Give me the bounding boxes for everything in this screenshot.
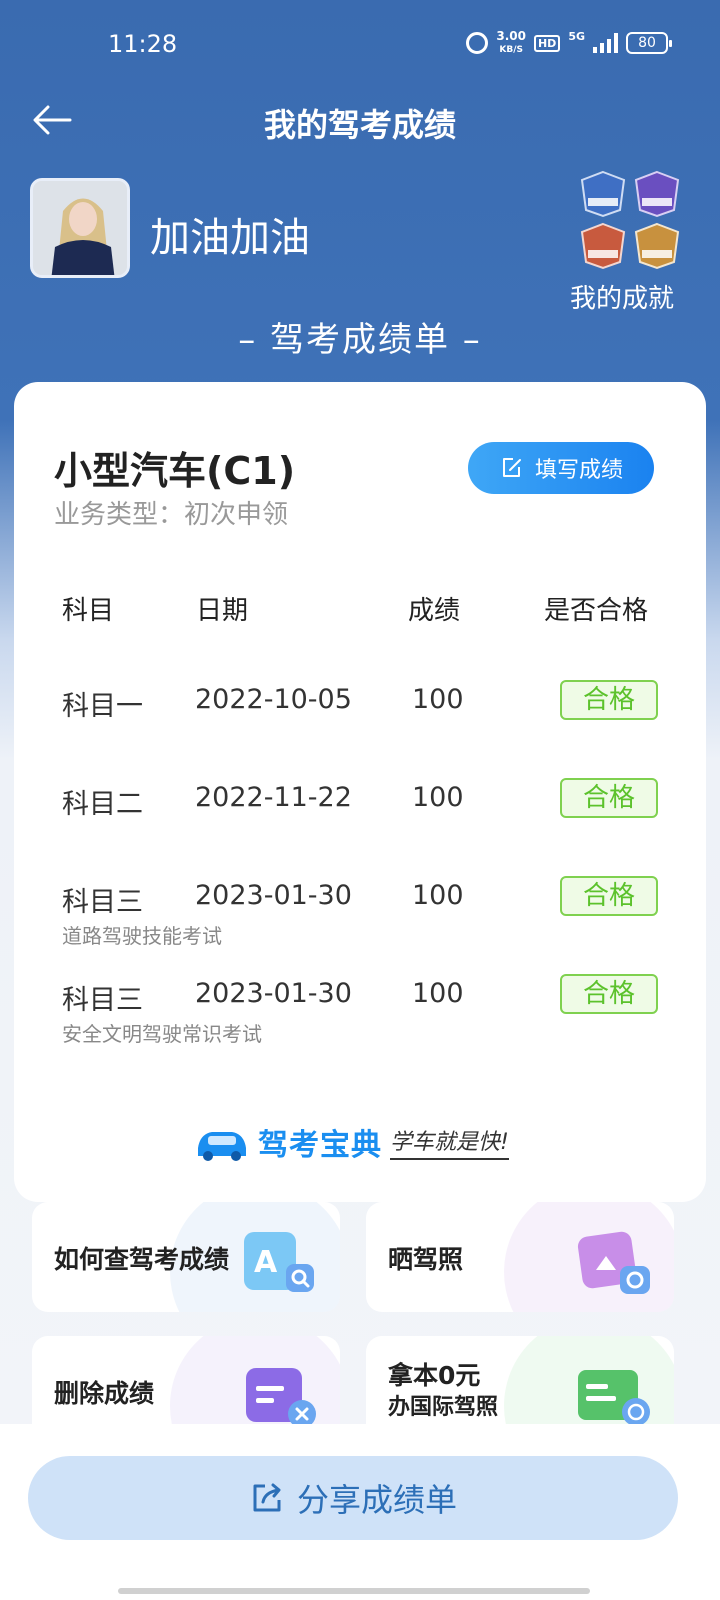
car-logo-icon bbox=[198, 1132, 246, 1161]
avatar[interactable] bbox=[30, 178, 130, 278]
badge-icon bbox=[634, 222, 680, 270]
row-subject: 科目三 bbox=[62, 887, 143, 918]
badge-icon bbox=[580, 222, 626, 270]
battery-icon: 80 bbox=[626, 32, 672, 54]
tile-label-line1: 拿本0元 bbox=[388, 1361, 481, 1390]
header-subject: 科目 bbox=[62, 596, 115, 626]
svg-text:A: A bbox=[254, 1245, 278, 1280]
hd-icon: HD bbox=[533, 34, 561, 52]
net-speed-value: 3.00 bbox=[496, 29, 526, 43]
fill-score-label: 填写成绩 bbox=[534, 458, 623, 483]
pass-badge: 合格 bbox=[560, 778, 658, 818]
network-label: 5G bbox=[568, 30, 585, 43]
status-time: 11:28 bbox=[108, 30, 178, 58]
tile-check-score[interactable]: 如何查驾考成绩 A bbox=[32, 1202, 340, 1312]
header-pass: 是否合格 bbox=[544, 596, 649, 626]
row-date: 2023-01-30 bbox=[195, 880, 352, 911]
badge-icon bbox=[634, 170, 680, 218]
row-subject: 科目一 bbox=[62, 691, 143, 722]
brand-name: 驾考宝典 bbox=[258, 1128, 382, 1163]
share-score-button[interactable]: 分享成绩单 bbox=[28, 1456, 678, 1540]
row-score: 100 bbox=[412, 684, 464, 715]
delete-record-icon bbox=[246, 1368, 316, 1428]
business-type: 业务类型：初次申领 bbox=[54, 500, 289, 530]
user-name: 加油加油 bbox=[150, 215, 310, 261]
status-bar: 11:28 3.00 KB/S HD 5G 80 bbox=[0, 0, 720, 90]
table-row: 科目三 2023-01-30 100 合格 道路驾驶技能考试 bbox=[14, 876, 706, 970]
table-row: 科目二 2022-11-22 100 合格 bbox=[14, 778, 706, 872]
pass-badge: 合格 bbox=[560, 876, 658, 916]
photo-camera-icon bbox=[577, 1231, 650, 1294]
brand-slogan: 学车就是快! bbox=[390, 1124, 509, 1160]
achievement-badges[interactable] bbox=[578, 170, 682, 270]
row-subject: 科目三 bbox=[62, 985, 143, 1016]
row-date: 2022-10-05 bbox=[195, 684, 352, 715]
signal-icon bbox=[593, 33, 618, 53]
score-card: 小型汽车(C1) 业务类型：初次申领 填写成绩 科目 日期 成绩 是否合格 科目… bbox=[14, 382, 706, 1202]
tile-show-license[interactable]: 晒驾照 bbox=[366, 1202, 674, 1312]
car-type: 小型汽车(C1) bbox=[54, 449, 296, 493]
row-score: 100 bbox=[412, 782, 464, 813]
alarm-icon bbox=[466, 32, 489, 54]
row-note: 安全文明驾驶常识考试 bbox=[62, 1022, 262, 1046]
tile-label: 如何查驾考成绩 bbox=[54, 1245, 230, 1274]
fill-score-button[interactable]: 填写成绩 bbox=[468, 442, 654, 494]
header-score: 成绩 bbox=[408, 596, 461, 626]
tile-label: 拿本0元 办国际驾照 bbox=[388, 1360, 498, 1424]
badge-icon bbox=[580, 170, 626, 218]
share-label: 分享成绩单 bbox=[296, 1481, 457, 1519]
row-score: 100 bbox=[412, 978, 464, 1009]
tile-label: 晒驾照 bbox=[388, 1245, 464, 1274]
net-speed-unit: KB/S bbox=[499, 45, 523, 55]
table-row: 科目一 2022-10-05 100 合格 bbox=[14, 680, 706, 774]
brand-logo: 驾考宝典 学车就是快! bbox=[194, 1120, 509, 1164]
search-doc-icon: A bbox=[244, 1232, 314, 1292]
table-row: 科目三 2023-01-30 100 合格 安全文明驾驶常识考试 bbox=[14, 974, 706, 1068]
avatar-image bbox=[33, 181, 127, 275]
tile-label-line2: 办国际驾照 bbox=[388, 1395, 499, 1420]
sheet-title: – 驾考成绩单 – bbox=[238, 320, 482, 360]
tile-label: 删除成绩 bbox=[54, 1379, 155, 1408]
id-card-globe-icon bbox=[578, 1370, 650, 1426]
row-score: 100 bbox=[412, 880, 464, 911]
home-indicator[interactable] bbox=[118, 1588, 590, 1594]
row-date: 2022-11-22 bbox=[195, 782, 352, 813]
header-date: 日期 bbox=[196, 596, 249, 626]
row-subject: 科目二 bbox=[62, 789, 143, 820]
row-date: 2023-01-30 bbox=[195, 978, 352, 1009]
share-icon bbox=[253, 1483, 281, 1512]
achievement-link[interactable]: 我的成就 bbox=[570, 278, 674, 315]
pass-badge: 合格 bbox=[560, 974, 658, 1014]
top-nav: 我的驾考成绩 bbox=[0, 90, 720, 150]
row-note: 道路驾驶技能考试 bbox=[62, 924, 222, 948]
net-speed: 3.00 KB/S bbox=[496, 30, 526, 56]
edit-icon bbox=[502, 458, 521, 477]
page-title: 我的驾考成绩 bbox=[263, 106, 456, 144]
pass-badge: 合格 bbox=[560, 680, 658, 720]
status-icons: 3.00 KB/S HD 5G 80 bbox=[466, 30, 672, 56]
